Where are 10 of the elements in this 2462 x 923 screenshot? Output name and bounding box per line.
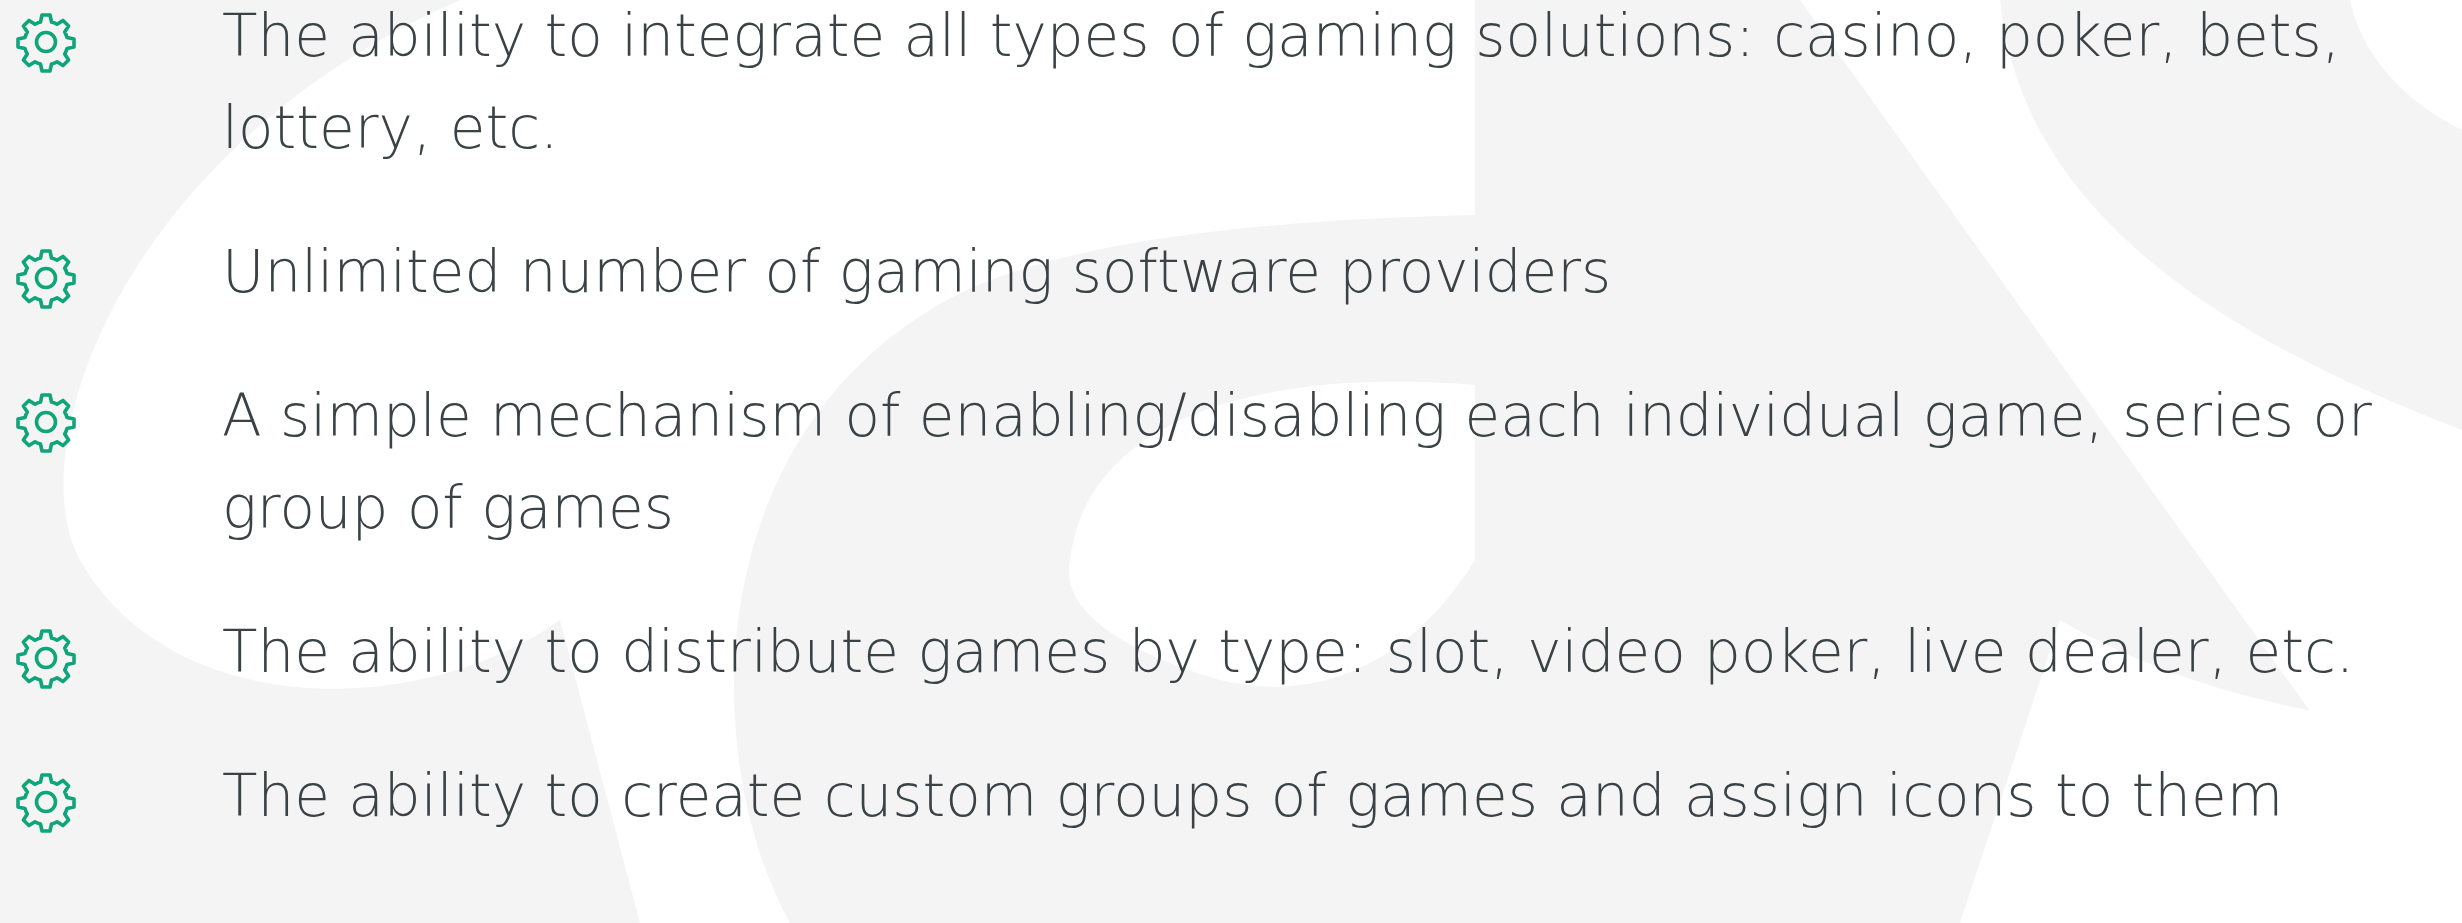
gear-icon [14,770,78,834]
feature-text: A simple mechanism of enabling/disabling each individual game, series or group of games [222,381,2373,544]
feature-text: The ability to distribute games by type: slot, video poker, live dealer, etc. [222,617,2356,688]
feature-text: Unlimited number of gaming software providers [222,237,1613,308]
feature-text: The ability to integrate all types of gaming solutions: casino, poker, bets, lottery, etc. [222,1,2342,164]
gear-icon [14,390,78,454]
feature-text: The ability to create custom groups of games and assign icons to them [222,761,2285,832]
gear-icon [14,10,78,74]
gear-icon [14,246,78,310]
gear-icon [14,626,78,690]
